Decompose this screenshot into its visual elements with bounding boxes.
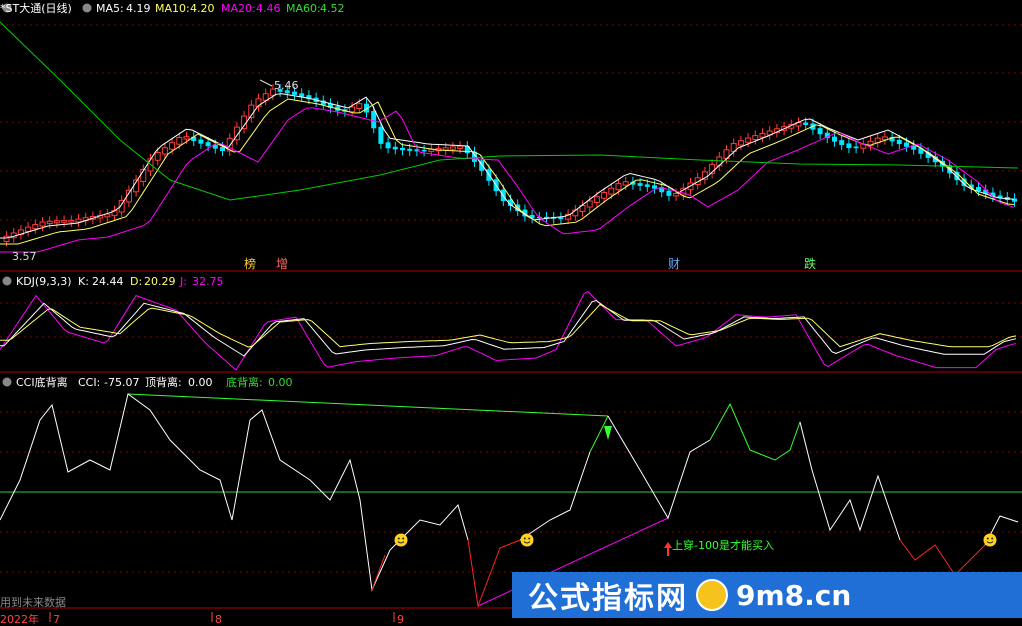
axis-month-8: 8 — [215, 613, 222, 626]
sell-arrow-icon — [604, 426, 612, 440]
cci-annotation: 上穿-100是才能买入 — [672, 538, 774, 552]
event-marker-cai[interactable]: 财 — [668, 257, 680, 271]
kdj-d-value: 20.29 — [144, 275, 176, 288]
watermark-banner: 公式指标网 9m8.cn — [512, 572, 1022, 618]
watermark-logo-icon — [696, 579, 728, 611]
smiley-icon — [520, 533, 534, 547]
ma-toggle-icon[interactable] — [82, 3, 92, 13]
event-marker-zeng[interactable]: 增 — [276, 257, 288, 271]
kdj-title: KDJ(9,3,3) — [16, 275, 72, 288]
axis-year: 2022年 — [0, 612, 39, 626]
kdj-k-value: 24.44 — [92, 275, 124, 288]
axis-month-7: 7 — [53, 613, 60, 626]
top-divergence-label: 顶背离: — [145, 375, 182, 389]
cci-label: CCI: — [78, 376, 100, 389]
top-divergence-value: 0.00 — [188, 376, 213, 389]
event-marker-bang[interactable]: 榜 — [244, 256, 256, 271]
cci-value: -75.07 — [104, 376, 139, 389]
ma60-label: MA60: — [286, 2, 321, 15]
bottom-divergence-value: 0.00 — [268, 376, 293, 389]
kdj-j-label: J: — [179, 275, 187, 288]
ma20-value: 4.46 — [256, 2, 281, 15]
kdj-d-label: D: — [130, 275, 142, 288]
ma5-label: MA5: — [96, 2, 124, 15]
ma20-label: MA20: — [221, 2, 256, 15]
ma5-value: 4.19 — [126, 2, 151, 15]
moving-averages — [0, 21, 1019, 253]
high-price-label: 5.46 — [274, 79, 299, 92]
candlesticks — [3, 84, 1017, 247]
smiley-icon — [394, 533, 408, 547]
ma10-label: MA10: — [155, 2, 190, 15]
grid-lines — [0, 24, 1022, 573]
future-data-note: 用到未来数据 — [0, 595, 66, 609]
kdj-j-value: 32.75 — [192, 275, 224, 288]
chart-canvas: *ST大通(日线) MA5: 4.19 MA10: 4.20 MA20: 4.4… — [0, 1, 1022, 626]
kdj-k-label: K: — [78, 275, 89, 288]
watermark-text: 公式指标网 — [528, 581, 688, 616]
buy-arrow-icon — [664, 542, 672, 556]
ma10-value: 4.20 — [190, 2, 215, 15]
axis-month-9: 9 — [397, 613, 404, 626]
cci-toggle-icon[interactable] — [2, 377, 12, 387]
bottom-divergence-label: 底背离: — [226, 375, 263, 389]
ma60-value: 4.52 — [320, 2, 345, 15]
kdj-toggle-icon[interactable] — [2, 276, 12, 286]
cci-title: CCI底背离 — [16, 375, 68, 389]
event-marker-die[interactable]: 跌 — [804, 256, 816, 271]
low-price-label: 3.57 — [12, 250, 37, 263]
smiley-icon — [983, 533, 997, 547]
watermark-site: 9m8.cn — [736, 578, 852, 612]
stock-name: *ST大通(日线) — [0, 1, 72, 15]
kdj-lines — [0, 290, 1017, 371]
